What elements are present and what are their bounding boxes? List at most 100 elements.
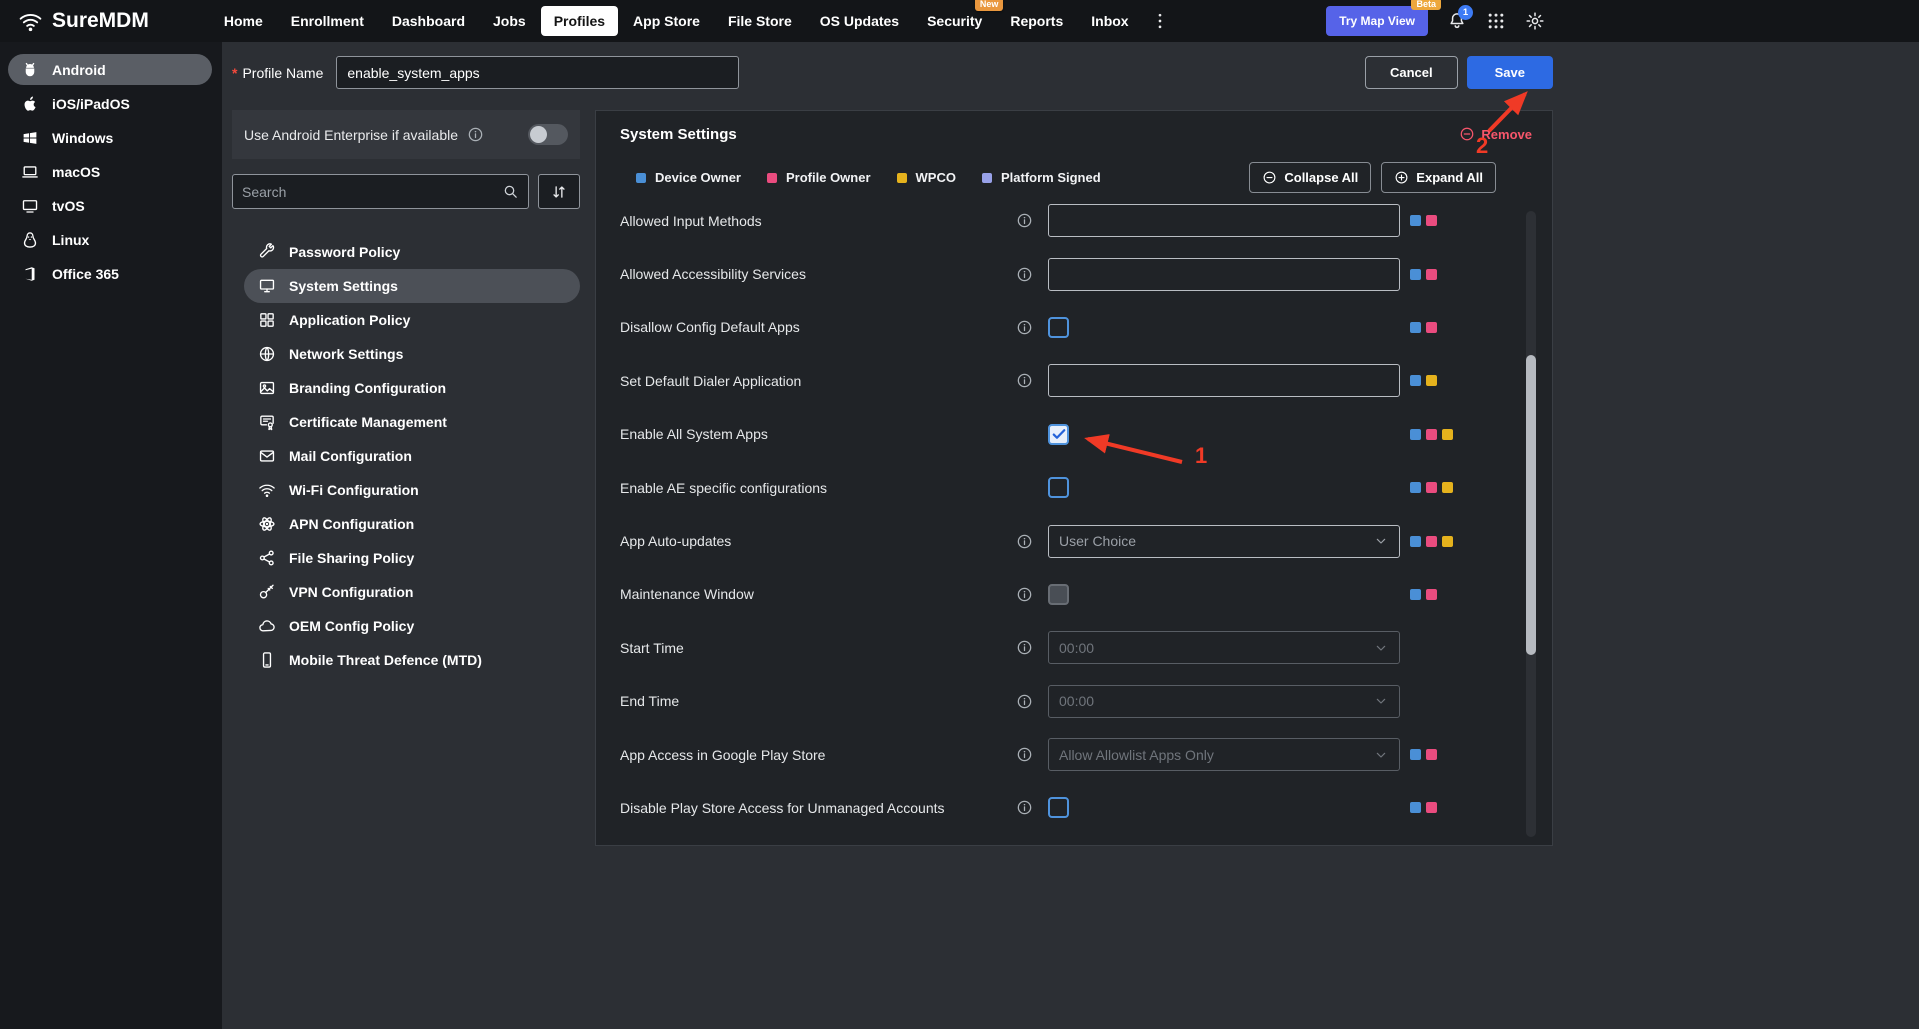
os-item-office-365[interactable]: Office 365 [8,258,212,289]
setting-select-dropdown[interactable]: 00:00 [1048,631,1400,664]
nav-item-reports[interactable]: Reports [997,6,1076,36]
os-item-android[interactable]: Android [8,54,212,85]
info-icon[interactable] [1016,746,1033,763]
minus-circle-icon [1262,170,1277,185]
setting-text-input[interactable] [1048,204,1400,237]
policy-item-network-settings[interactable]: Network Settings [244,337,580,371]
settings-button[interactable] [1525,11,1545,31]
info-icon[interactable] [1016,212,1033,229]
policy-item-label: Network Settings [289,346,403,362]
policy-item-vpn-configuration[interactable]: VPN Configuration [244,575,580,609]
setting-select-dropdown[interactable]: 00:00 [1048,685,1400,718]
cancel-button[interactable]: Cancel [1365,56,1458,89]
platform-badge-po [1426,269,1437,280]
remove-button[interactable]: Remove [1459,126,1532,142]
content-row: Use Android Enterprise if available [232,110,1553,846]
policy-item-label: Wi-Fi Configuration [289,482,419,498]
info-icon[interactable] [1016,372,1033,389]
info-icon[interactable] [1016,266,1033,283]
setting-select-dropdown[interactable]: Allow Allowlist Apps Only [1048,738,1400,771]
os-item-label: Android [52,62,106,78]
legend-label: Platform Signed [1001,170,1101,185]
collapse-all-button[interactable]: Collapse All [1249,162,1371,193]
panel-scrollbar[interactable] [1526,211,1536,837]
policy-item-apn-configuration[interactable]: APN Configuration [244,507,580,541]
setting-checkbox[interactable] [1048,477,1069,498]
nav-item-label: Security [927,13,982,29]
app-launcher-button[interactable] [1486,11,1506,31]
policy-item-password-policy[interactable]: Password Policy [244,235,580,269]
info-icon[interactable] [467,126,484,143]
nav-item-os-updates[interactable]: OS Updates [807,6,912,36]
android-icon [21,61,39,79]
policy-item-wi-fi-configuration[interactable]: Wi-Fi Configuration [244,473,580,507]
nav-item-inbox[interactable]: Inbox [1078,6,1141,36]
notifications-button[interactable]: 1 [1447,11,1467,31]
main-content: * Profile Name Cancel Save Use Android E… [222,42,1919,1029]
nav-item-security[interactable]: SecurityNew [914,6,995,36]
setting-label: Disallow Config Default Apps [620,319,1016,335]
os-item-linux[interactable]: Linux [8,224,212,255]
policy-item-file-sharing-policy[interactable]: File Sharing Policy [244,541,580,575]
policy-item-certificate-management[interactable]: Certificate Management [244,405,580,439]
setting-checkbox[interactable] [1048,424,1069,445]
info-icon[interactable] [1016,319,1033,336]
os-item-tvos[interactable]: tvOS [8,190,212,221]
policy-item-label: VPN Configuration [289,584,413,600]
legend-item-ps: Platform Signed [982,170,1101,185]
nav-item-app-store[interactable]: App Store [620,6,713,36]
nav-item-dashboard[interactable]: Dashboard [379,6,478,36]
nav-item-file-store[interactable]: File Store [715,6,805,36]
setting-row-disable-play-store-access-for-unmanaged-accounts: Disable Play Store Access for Unmanaged … [620,781,1532,834]
policy-item-oem-config-policy[interactable]: OEM Config Policy [244,609,580,643]
legend-item-po: Profile Owner [767,170,871,185]
select-value: Allow Allowlist Apps Only [1059,747,1373,763]
os-item-ios-ipados[interactable]: iOS/iPadOS [8,88,212,119]
policy-item-branding-configuration[interactable]: Branding Configuration [244,371,580,405]
info-icon[interactable] [1016,586,1033,603]
nav-item-profiles[interactable]: Profiles [541,6,618,36]
profile-name-input[interactable] [336,56,739,89]
setting-checkbox[interactable] [1048,317,1069,338]
setting-text-input[interactable] [1048,364,1400,397]
setting-checkbox[interactable] [1048,797,1069,818]
policy-item-system-settings[interactable]: System Settings [244,269,580,303]
policy-item-application-policy[interactable]: Application Policy [244,303,580,337]
info-icon[interactable] [1016,693,1033,710]
search-input[interactable] [242,184,502,200]
nav-item-label: Enrollment [291,13,364,29]
platform-badges [1410,322,1437,333]
setting-checkbox[interactable] [1048,584,1069,605]
brand-name: SureMDM [52,9,149,33]
policy-item-mail-configuration[interactable]: Mail Configuration [244,439,580,473]
beta-badge: Beta [1411,0,1441,10]
setting-select-dropdown[interactable]: User Choice [1048,525,1400,558]
legend-item-do: Device Owner [636,170,741,185]
info-icon[interactable] [1016,799,1033,816]
brand[interactable]: SureMDM [12,9,155,34]
expand-all-button[interactable]: Expand All [1381,162,1496,193]
nav-item-label: Inbox [1091,13,1128,29]
platform-badges [1410,589,1437,600]
setting-text-input[interactable] [1048,258,1400,291]
policy-item-mobile-threat-defence-mtd[interactable]: Mobile Threat Defence (MTD) [244,643,580,677]
setting-row-set-default-dialer-application: Set Default Dialer Application [620,354,1532,407]
os-item-windows[interactable]: Windows [8,122,212,153]
info-icon[interactable] [1016,533,1033,550]
nav-item-home[interactable]: Home [211,6,276,36]
info-icon[interactable] [1016,639,1033,656]
nav-item-jobs[interactable]: Jobs [480,6,539,36]
save-button[interactable]: Save [1467,56,1553,89]
nav-overflow-button[interactable] [1150,11,1170,31]
nav-item-label: Profiles [554,13,605,29]
platform-badge-wpco [1442,536,1453,547]
platform-badge-wpco [1442,482,1453,493]
os-item-macos[interactable]: macOS [8,156,212,187]
try-map-view-button[interactable]: Try Map View Beta [1326,6,1428,36]
toggle-knob [530,126,547,143]
ae-toggle[interactable] [528,124,568,145]
scrollbar-thumb[interactable] [1526,355,1536,655]
sort-button[interactable] [538,174,580,209]
nav-item-label: Dashboard [392,13,465,29]
nav-item-enrollment[interactable]: Enrollment [278,6,377,36]
